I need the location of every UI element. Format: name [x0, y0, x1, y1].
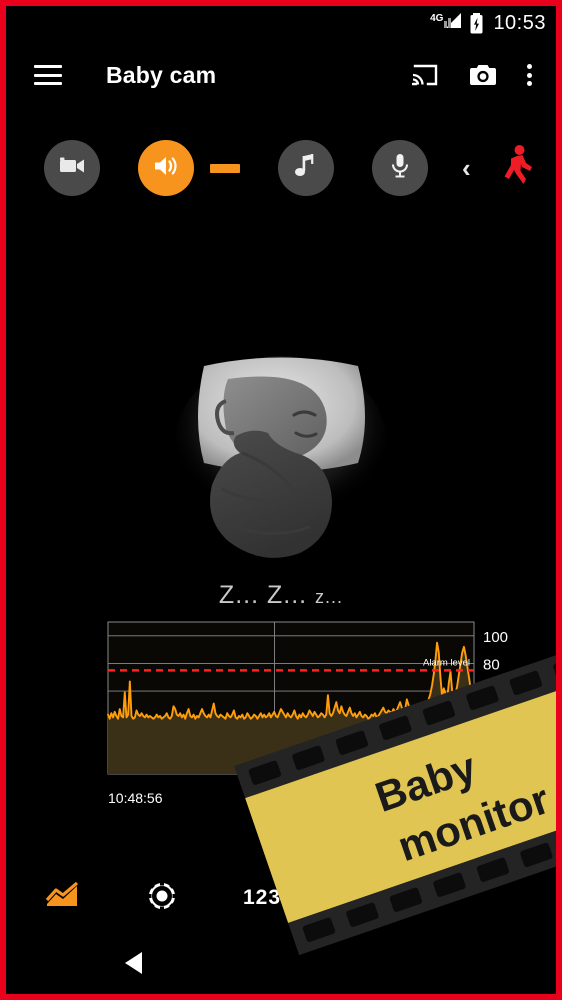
noise-chart-icon	[45, 881, 79, 915]
noise-chart-svg: Alarm level 20 40 60 80 100	[107, 621, 508, 775]
video-camera-button[interactable]	[44, 140, 100, 196]
phone-screen: 4G 10:53 Baby cam ‹ Z... Z... z... Alarm…	[0, 0, 562, 1000]
noise-chart-button[interactable]	[12, 881, 112, 915]
network-type: 4G	[430, 12, 462, 34]
volume-speaker-icon	[152, 154, 180, 183]
brightness-button[interactable]	[112, 880, 212, 916]
sleep-text-small: z...	[315, 587, 344, 607]
app-bar: Baby cam	[12, 40, 550, 110]
microphone-button[interactable]	[372, 140, 428, 196]
x-tick-label-2: 10:51:26	[298, 790, 353, 806]
sleep-indicator: Z... Z... z...	[12, 581, 550, 610]
y-tick-label: 40	[483, 712, 500, 729]
back-triangle-icon[interactable]	[120, 948, 150, 983]
walking-person-icon[interactable]	[501, 144, 535, 193]
more-vertical-icon[interactable]	[527, 64, 532, 86]
sleep-text-large: Z... Z...	[218, 581, 308, 609]
chart-x-axis-labels: 10:48:56 10:51:26	[106, 790, 526, 814]
camera-icon[interactable]	[469, 63, 497, 87]
android-nav-bar	[12, 932, 550, 994]
status-bar-clock: 10:53	[493, 11, 546, 34]
counter-button[interactable]: 123	[212, 886, 312, 910]
y-tick-label: 80	[483, 656, 500, 673]
signal-bars-icon	[444, 12, 462, 34]
cast-icon[interactable]	[412, 63, 439, 87]
counter-icon: 123	[242, 886, 282, 909]
hamburger-menu-icon[interactable]	[34, 65, 62, 85]
status-bar: 4G 10:53	[6, 6, 556, 40]
music-note-icon	[294, 153, 318, 184]
y-tick-label: 20	[483, 739, 500, 756]
video-camera-icon	[58, 156, 86, 181]
brightness-icon	[147, 880, 177, 916]
volume-level-meter[interactable]	[210, 163, 240, 173]
sleeping-baby-image	[176, 341, 386, 571]
microphone-icon	[390, 152, 410, 185]
sound-button[interactable]	[138, 140, 194, 196]
x-tick-label-1: 10:48:56	[108, 790, 163, 806]
y-tick-label: 60	[483, 684, 500, 701]
y-tick-label: 100	[483, 629, 508, 646]
music-button[interactable]	[278, 140, 334, 196]
camera-controls: ‹	[12, 128, 550, 208]
alarm-level-label: Alarm level	[423, 657, 470, 668]
chevron-left-icon[interactable]: ‹	[462, 155, 471, 181]
camera-video-feed[interactable]: Z... Z... z...	[12, 211, 550, 611]
network-label: 4G	[430, 13, 444, 24]
noise-level-chart[interactable]: Alarm level 20 40 60 80 100 10:48:56 10:51:26	[106, 618, 526, 818]
battery-charging-icon	[470, 12, 483, 34]
page-title: Baby cam	[106, 61, 217, 88]
bottom-toolbar: 123	[12, 864, 550, 932]
